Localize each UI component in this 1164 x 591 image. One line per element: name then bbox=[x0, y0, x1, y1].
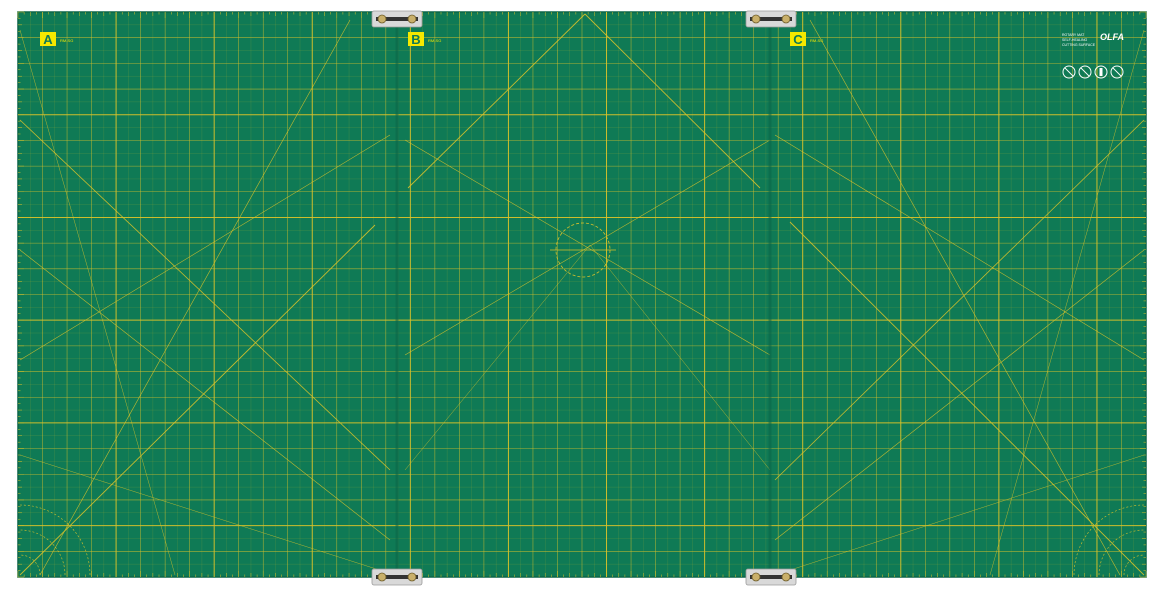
brand-caption-3: CUTTING SURFACE bbox=[1062, 43, 1096, 47]
panel-tag-b: RM-SG bbox=[428, 38, 441, 43]
cutting-mat: A RM-SG B RM-SG C RM-SG ROTARY MAT SELF-… bbox=[17, 10, 1147, 586]
panel-letter-b: B bbox=[411, 32, 420, 47]
clip-top-left-screw-right bbox=[407, 14, 417, 24]
clip-top-right-screw-right bbox=[781, 14, 791, 24]
olfa-logo: OLFA bbox=[1100, 32, 1124, 42]
clip-bottom-left bbox=[371, 568, 423, 586]
brand-caption-1: ROTARY MAT bbox=[1062, 33, 1085, 37]
clip-bottom-left-screw-left bbox=[377, 572, 387, 582]
clip-top-right-screw-left bbox=[751, 14, 761, 24]
clip-top-left bbox=[371, 10, 423, 28]
panel-tag-a: RM-SG bbox=[60, 38, 73, 43]
panel-seam bbox=[768, 12, 772, 577]
panel-letter-c: C bbox=[793, 32, 803, 47]
clip-bottom-right bbox=[745, 568, 797, 586]
clip-bottom-right-screw-left bbox=[751, 572, 761, 582]
cutting-mat-photo: A RM-SG B RM-SG C RM-SG ROTARY MAT SELF-… bbox=[0, 0, 1164, 591]
store-flat-icon-mark bbox=[1099, 68, 1103, 76]
panel-tag-c: RM-SG bbox=[810, 38, 823, 43]
clip-top-right bbox=[745, 10, 797, 28]
brand-caption-2: SELF-HEALING bbox=[1062, 38, 1088, 42]
clip-top-left-screw-left bbox=[377, 14, 387, 24]
clip-bottom-left-screw-right bbox=[407, 572, 417, 582]
panel-seam bbox=[395, 12, 399, 577]
clip-bottom-right-screw-right bbox=[781, 572, 791, 582]
panel-letter-a: A bbox=[43, 32, 53, 47]
